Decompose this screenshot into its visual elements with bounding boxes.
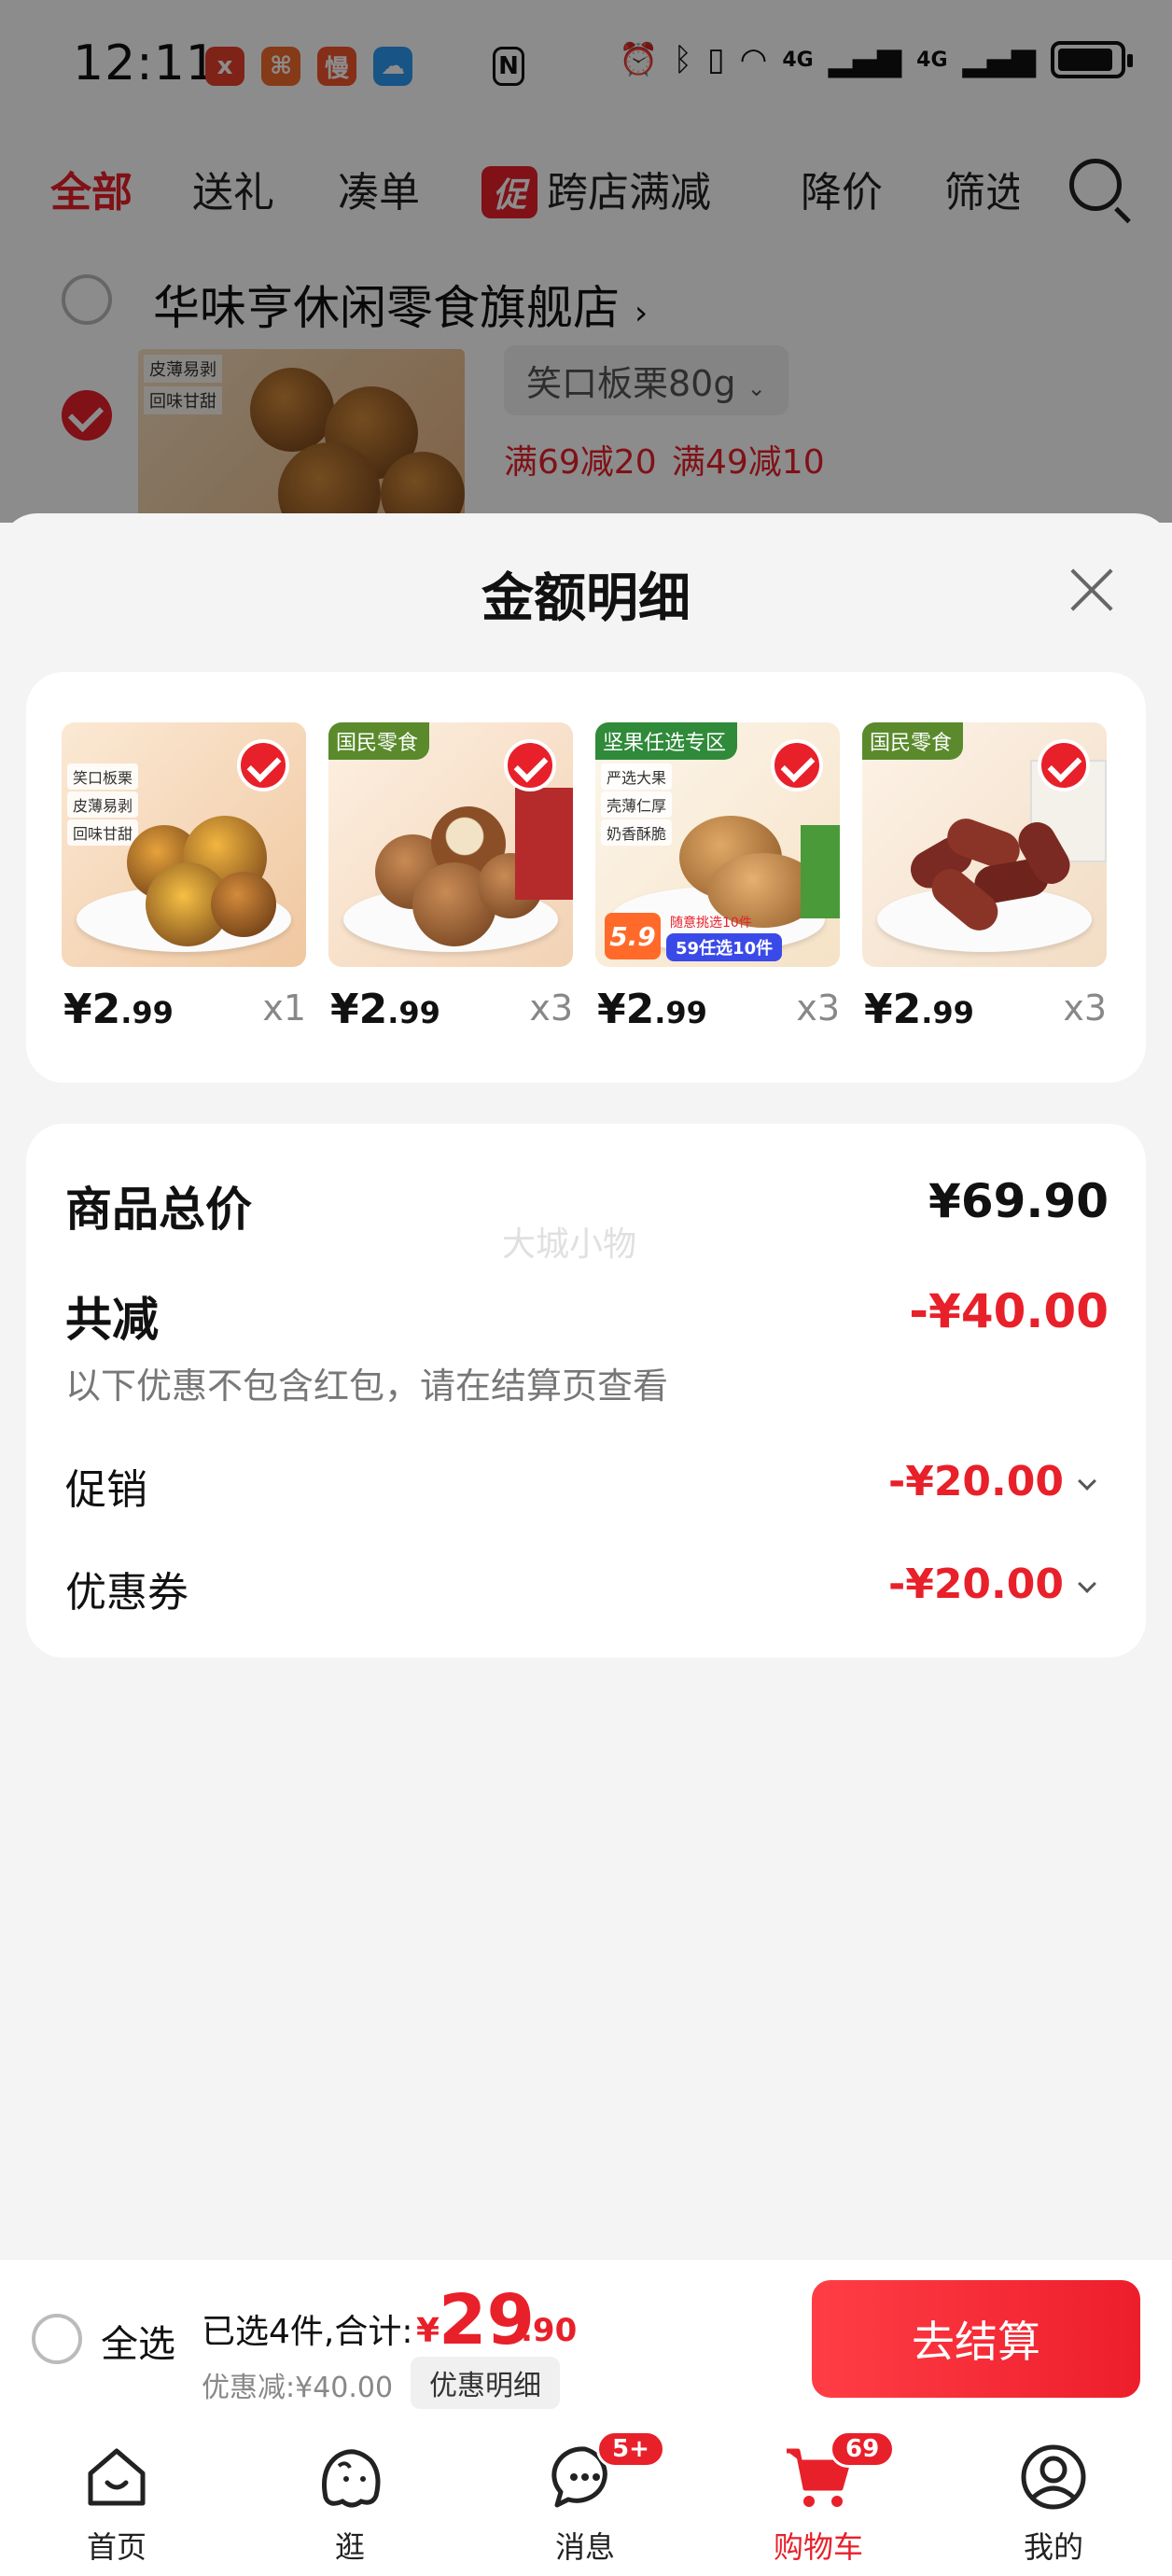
selected-item[interactable]: 国民零食 ¥2.99 x3 <box>862 722 1107 1033</box>
item-image: 国民零食 <box>862 722 1107 967</box>
selected-item[interactable]: 坚果任选专区 严选大果 壳薄仁厚 奶香酥脆 5.9 随意挑选10件 59任选10… <box>595 722 840 1033</box>
nav-home[interactable]: 首页 <box>47 2442 187 2567</box>
item-image-label: 笑口板栗 <box>67 763 139 790</box>
total-reduce-label: 共减 <box>65 1293 159 1347</box>
item-quantity: x3 <box>1063 987 1107 1029</box>
brand-tag: 坚果任选专区 <box>595 722 738 760</box>
item-image-label: 奶香酥脆 <box>601 819 673 846</box>
item-quantity: x3 <box>796 987 840 1029</box>
check-icon <box>1038 739 1090 791</box>
item-image-label: 皮薄易剥 <box>67 791 139 818</box>
sheet-title: 金额明细 <box>481 568 691 629</box>
selected-count-text: 已选4件,合计: <box>202 2313 413 2351</box>
item-quantity: x3 <box>529 987 573 1029</box>
discount-text: 优惠减:¥40.00 <box>202 2372 394 2404</box>
promotion-value[interactable]: -¥20.00 <box>888 1458 1096 1505</box>
nav-messages[interactable]: 5+ 消息 <box>515 2430 665 2567</box>
selected-items-card: 笑口板栗 皮薄易剥 回味甘甜 ¥2.99 x1 国民零食 ¥2.99 x3 坚果… <box>26 672 1146 1083</box>
discount-note: 以下优惠不包含红包，请在结算页查看 <box>65 1365 669 1407</box>
nav-cart[interactable]: 69 购物车 <box>748 2430 896 2567</box>
nav-label: 消息 <box>554 2529 615 2565</box>
item-price: ¥2.99 <box>330 986 440 1033</box>
promo-banner: 5.9 随意挑选10件 59任选10件 <box>595 911 840 967</box>
cart-badge: 69 <box>830 2430 896 2468</box>
total-price-label: 商品总价 <box>65 1183 252 1237</box>
selected-item[interactable]: 笑口板栗 皮薄易剥 回味甘甜 ¥2.99 x1 <box>62 722 306 1033</box>
total-reduce-value: -¥40.00 <box>909 1284 1109 1338</box>
cart-icon: 69 <box>783 2430 896 2513</box>
coupon-value[interactable]: -¥20.00 <box>888 1561 1096 1608</box>
promo-banner-price: 5.9 <box>605 913 661 959</box>
promo-banner-sub: 随意挑选10件 <box>670 916 752 931</box>
promo-banner-text: 59任选10件 <box>666 933 783 961</box>
modal-overlay[interactable] <box>0 0 1172 523</box>
item-image-label: 壳薄仁厚 <box>601 791 673 818</box>
watermark: 大城小物 <box>502 1225 637 1264</box>
browse-icon <box>314 2442 385 2513</box>
close-icon[interactable] <box>1064 562 1120 618</box>
coupon-label: 优惠券 <box>65 1569 188 1617</box>
brand-tag: 国民零食 <box>328 722 430 760</box>
item-quantity: x1 <box>262 987 306 1029</box>
profile-icon <box>1018 2442 1089 2513</box>
total-currency: ¥ <box>416 2312 440 2350</box>
item-price: ¥2.99 <box>63 986 174 1033</box>
nav-label: 首页 <box>86 2529 146 2565</box>
home-icon <box>81 2442 152 2513</box>
item-price: ¥2.99 <box>597 986 707 1033</box>
total-price-value: ¥69.90 <box>928 1174 1109 1228</box>
chevron-down-icon <box>1078 1472 1096 1491</box>
nav-profile[interactable]: 我的 <box>984 2442 1123 2567</box>
message-icon: 5+ <box>550 2430 665 2513</box>
nav-label: 我的 <box>1023 2529 1083 2565</box>
item-image: 坚果任选专区 严选大果 壳薄仁厚 奶香酥脆 5.9 随意挑选10件 59任选10… <box>595 722 840 967</box>
nav-label: 购物车 <box>773 2529 863 2565</box>
nav-label: 逛 <box>334 2529 365 2565</box>
select-all-radio[interactable] <box>32 2314 82 2364</box>
check-icon <box>237 739 289 791</box>
discount-detail-button[interactable]: 优惠明细 <box>411 2357 560 2409</box>
brand-tag: 国民零食 <box>862 722 964 760</box>
chevron-down-icon <box>1078 1575 1096 1593</box>
checkout-bar: 全选 已选4件,合计: ¥ 29 .90 优惠减:¥40.00 优惠明细 去结算 <box>0 2259 1172 2417</box>
nav-browse[interactable]: 逛 <box>280 2442 420 2567</box>
selected-item[interactable]: 国民零食 ¥2.99 x3 <box>328 722 573 1033</box>
item-image: 笑口板栗 皮薄易剥 回味甘甜 <box>62 722 306 967</box>
promotion-label: 促销 <box>65 1466 147 1514</box>
checkout-button[interactable]: 去结算 <box>812 2280 1140 2398</box>
item-image: 国民零食 <box>328 722 573 967</box>
total-amount-dec: .90 <box>521 2312 578 2349</box>
bottom-nav: 首页 逛 5+ 消息 69 购物车 我的 <box>0 2417 1172 2576</box>
select-all-label[interactable]: 全选 <box>101 2314 175 2368</box>
check-icon <box>771 739 823 791</box>
item-image-label: 严选大果 <box>601 763 673 790</box>
price-summary-card: 商品总价 ¥69.90 大城小物 共减 -¥40.00 以下优惠不包含红包，请在… <box>26 1124 1146 1658</box>
item-image-label: 回味甘甜 <box>67 819 139 846</box>
message-badge: 5+ <box>596 2430 665 2468</box>
amount-detail-sheet: 金额明细 笑口板栗 皮薄易剥 回味甘甜 ¥2.99 x1 国民零食 ¥2.99 … <box>0 513 1172 2259</box>
check-icon <box>504 739 556 791</box>
item-price: ¥2.99 <box>864 986 974 1033</box>
